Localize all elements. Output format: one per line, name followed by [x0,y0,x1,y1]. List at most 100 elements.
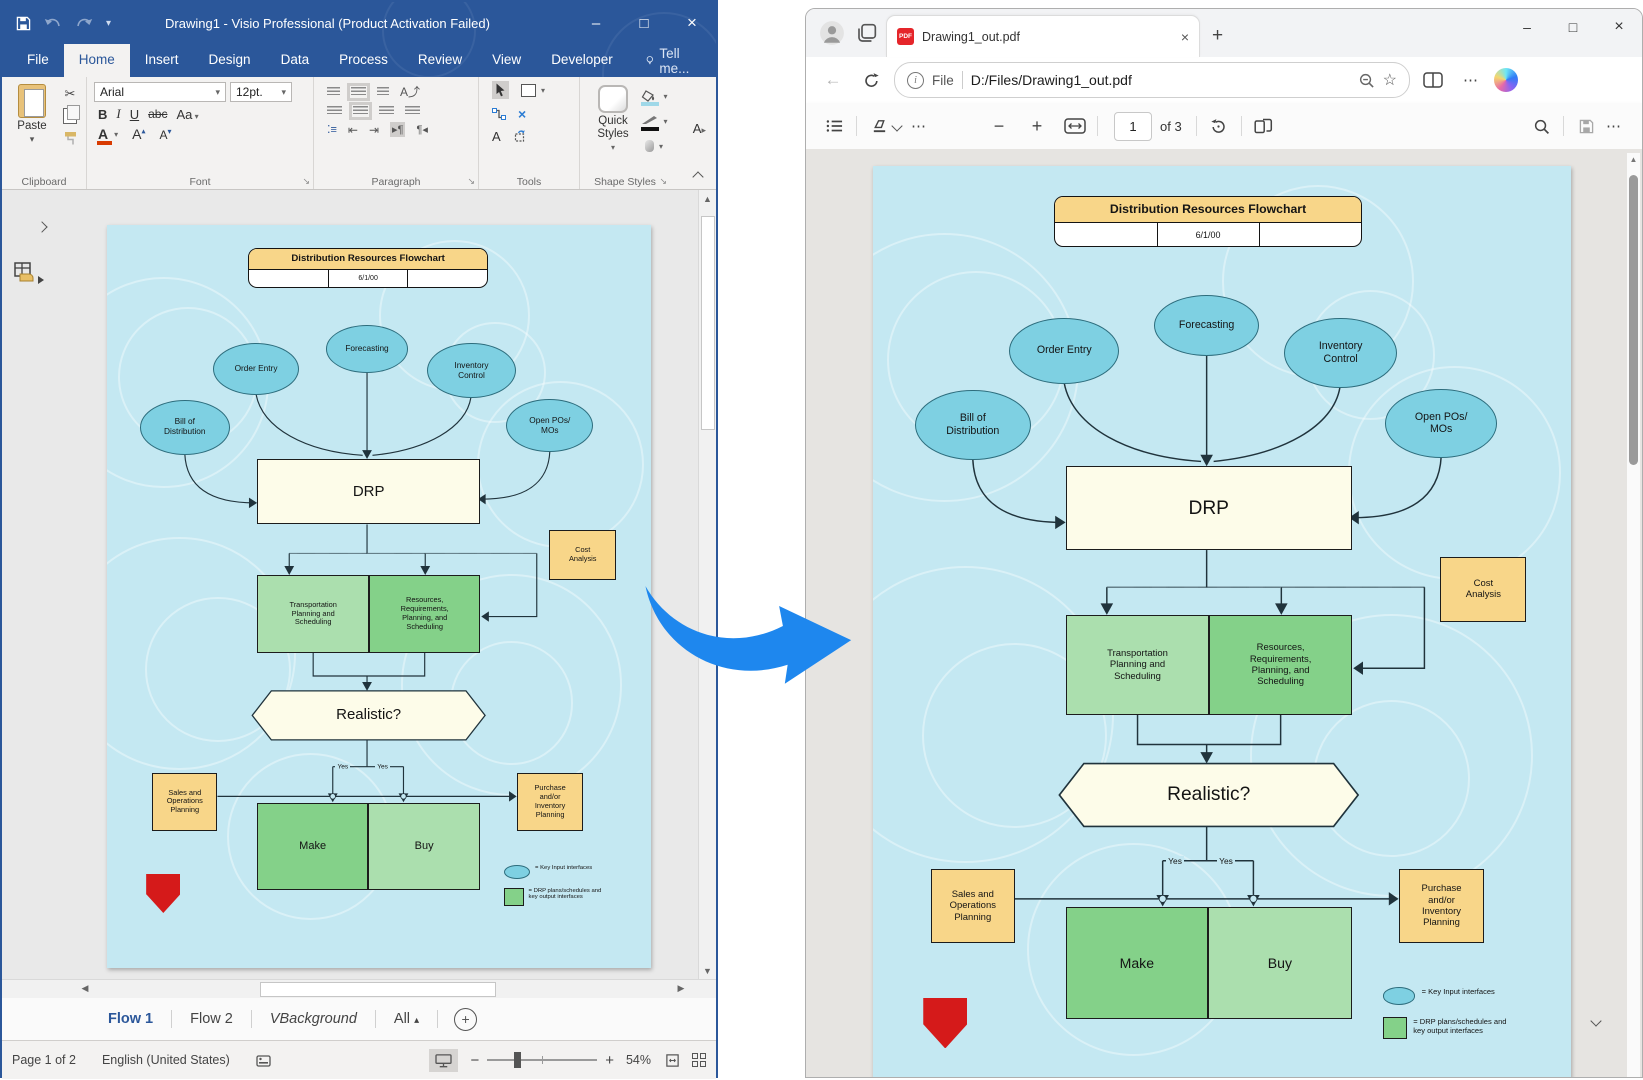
rectangle-tool-icon[interactable] [521,84,536,97]
node-buy[interactable]: Buy [368,803,480,890]
copilot-icon[interactable] [1494,68,1518,92]
node-transportation[interactable]: Transportation Planning and Scheduling [257,575,369,653]
url-text[interactable]: D:/Files/Drawing1_out.pdf [971,72,1350,88]
node-order-entry[interactable]: Order Entry [213,343,299,395]
fit-page-icon[interactable] [665,1053,680,1068]
change-case-button[interactable]: Aa ▾ [176,107,198,122]
ltr-icon[interactable]: ▸¶ [390,122,405,137]
tab-review[interactable]: Review [403,44,477,77]
font-size-select[interactable]: 12pt.▾ [230,82,292,102]
macro-record-icon[interactable] [256,1054,271,1067]
toc-icon[interactable] [820,112,848,140]
connection-point-icon[interactable]: × [518,106,526,122]
tab-view[interactable]: View [477,44,536,77]
visio-horizontal-scrollbar[interactable]: ◀ ▶ [2,979,716,998]
tab-close-icon[interactable]: × [1181,29,1189,45]
flowchart-title-banner[interactable]: Distribution Resources Flowchart6/1/00 [248,248,487,288]
save-icon[interactable] [16,16,31,31]
maximize-button[interactable]: □ [620,2,668,44]
tab-developer[interactable]: Developer [536,44,628,77]
tell-me-box[interactable]: Tell me... [632,44,708,77]
page-number-input[interactable]: 1 [1114,112,1152,141]
scroll-up-icon[interactable]: ▲ [699,190,716,207]
italic-button[interactable]: I [116,106,120,122]
font-name-select[interactable]: Arial▾ [94,82,226,102]
paste-button[interactable]: Paste ▾ [9,82,55,172]
pdf-vertical-scrollbar[interactable]: ▲ [1627,153,1640,1077]
quick-styles-button[interactable]: Quick Styles ▾ [587,82,639,172]
rtl-icon[interactable]: ¶◂ [416,123,427,136]
node-cost-analysis[interactable]: Cost Analysis [549,530,616,581]
node-bill-of-distribution[interactable]: Bill of Distribution [140,400,230,455]
profile-avatar[interactable] [816,17,848,49]
highlighter-dropdown-icon[interactable] [891,120,902,131]
increase-indent-icon[interactable]: ⇥ [369,123,379,137]
collapse-ribbon-icon[interactable] [692,171,703,182]
connector-tool-icon[interactable] [492,108,506,120]
cut-icon[interactable]: ✂ [61,86,79,102]
maximize-button[interactable]: □ [1550,9,1596,45]
workspaces-icon[interactable] [851,17,883,49]
vertical-scroll-thumb[interactable] [701,216,715,430]
rotate-icon[interactable] [1205,112,1233,140]
tab-file[interactable]: File [12,44,64,77]
grow-font-button[interactable]: A▴ [132,126,145,142]
copy-icon[interactable] [61,108,79,124]
node-purchase[interactable]: Purchase and/or Inventory Planning [517,773,583,830]
zoom-out-icon[interactable]: − [985,112,1013,140]
decrease-indent-icon[interactable]: ⇤ [348,123,358,137]
fit-width-icon[interactable] [1061,112,1089,140]
text-rotate-icon[interactable]: A⤴ [400,83,420,100]
new-tab-button[interactable]: + [1212,25,1223,47]
annotation-more-icon[interactable]: ⋯ [905,112,933,140]
page-tab-all[interactable]: All ▴ [376,1011,437,1027]
line-color-icon[interactable]: ▾ [645,113,663,129]
format-painter-icon[interactable] [61,130,79,146]
undo-icon[interactable] [44,17,62,30]
node-sales-ops[interactable]: Sales and Operations Planning [152,773,217,830]
search-icon[interactable] [1527,112,1555,140]
align-right-icon[interactable] [379,106,394,116]
highlighter-icon[interactable] [865,112,893,140]
pdf-more-icon[interactable]: ⋯ [1600,112,1628,140]
bullets-icon[interactable]: ⁚≡ [327,123,337,136]
page-tab-flow2[interactable]: Flow 2 [172,1011,251,1027]
save-icon[interactable] [1572,112,1600,140]
zoom-slider-thumb[interactable] [514,1052,521,1068]
underline-button[interactable]: U [130,107,139,122]
customize-qat-icon[interactable]: ▾ [106,18,111,29]
tab-process[interactable]: Process [324,44,403,77]
zoom-out-indicator-icon[interactable] [1358,72,1375,89]
page-tab-flow1[interactable]: Flow 1 [90,1011,171,1027]
node-resources[interactable]: Resources, Requirements, Planning, and S… [369,575,480,653]
minimize-button[interactable]: – [1504,9,1550,45]
shrink-font-button[interactable]: A▾ [160,127,172,142]
scroll-right-icon[interactable]: ▶ [672,980,690,997]
pdf-scroll-thumb[interactable] [1629,175,1638,465]
info-icon[interactable]: i [907,72,924,89]
scroll-up-icon[interactable]: ▲ [1627,155,1640,164]
scroll-left-icon[interactable]: ◀ [76,980,94,997]
close-drawing-icon[interactable]: × [708,44,716,77]
font-color-button[interactable]: A [98,126,108,142]
page-tab-vbackground[interactable]: VBackground [252,1011,375,1027]
page-view-icon[interactable] [1250,112,1278,140]
settings-more-icon[interactable]: ⋯ [1456,65,1486,95]
effects-icon[interactable]: ▾ [645,138,663,154]
zoom-in-icon[interactable]: + [1023,112,1051,140]
expand-shapes-icon[interactable] [38,218,46,236]
tab-data[interactable]: Data [266,44,325,77]
close-button[interactable]: × [1596,9,1642,45]
text-tool-icon[interactable]: A [492,129,501,144]
zoom-out-button[interactable]: − [470,1052,479,1069]
bold-button[interactable]: B [98,107,107,122]
align-middle-icon[interactable] [351,87,366,97]
stencil-icon[interactable] [14,262,46,284]
zoom-slider[interactable] [487,1059,597,1061]
node-make[interactable]: Make [257,803,368,890]
switch-windows-icon[interactable] [692,1053,706,1067]
scroll-down-icon[interactable]: ▼ [699,962,716,979]
favorite-star-icon[interactable]: ☆ [1383,70,1397,90]
minimize-button[interactable]: – [572,2,620,44]
arrange-overflow-icon[interactable]: A▸ [693,121,706,136]
